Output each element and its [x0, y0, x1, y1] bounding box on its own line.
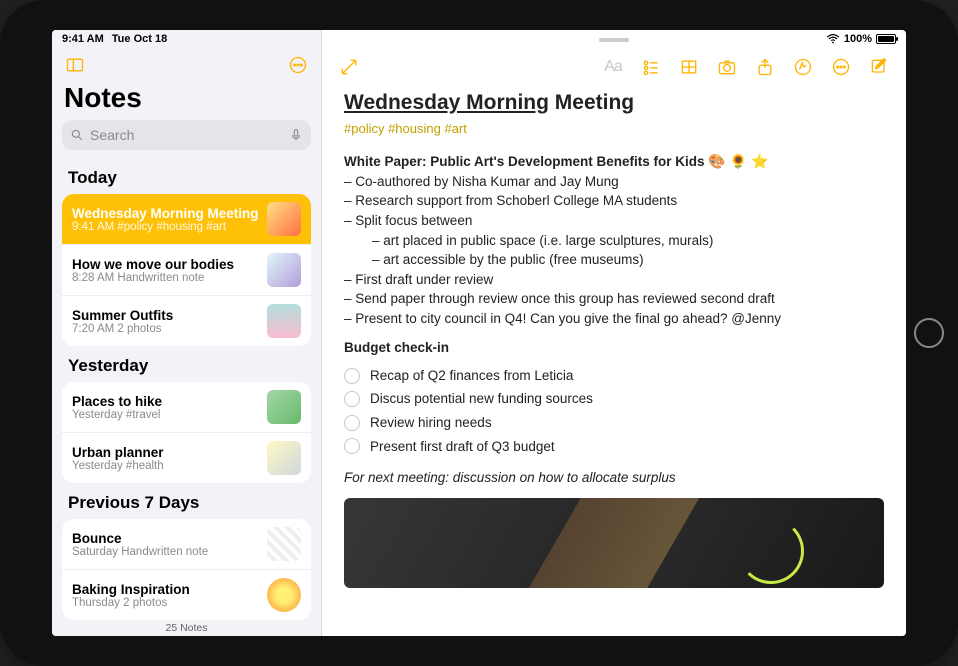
- note-body-line: – First draft under review: [344, 270, 884, 290]
- note-thumbnail: [267, 390, 301, 424]
- checklist-button[interactable]: [636, 54, 666, 80]
- status-bar: 9:41 AM Tue Oct 18 100%: [52, 30, 906, 48]
- note-body-line: – art accessible by the public (free mus…: [344, 250, 884, 270]
- compose-button[interactable]: [864, 54, 894, 80]
- table-button[interactable]: [674, 54, 704, 80]
- note-body-line: – Present to city council in Q4! Can you…: [344, 309, 884, 329]
- note-thumbnail: [267, 202, 301, 236]
- note-list-item[interactable]: Urban planner Yesterday #health: [62, 433, 311, 483]
- note-body-line: – Research support from Schoberl College…: [344, 191, 884, 211]
- note-item-title: Urban planner: [72, 445, 259, 460]
- note-item-title: Summer Outfits: [72, 308, 259, 323]
- section-heading: Budget check-in: [344, 338, 884, 358]
- note-content[interactable]: Wednesday Morning Meeting #policy #housi…: [322, 88, 906, 636]
- note-thumbnail: [267, 578, 301, 612]
- note-item-subtitle: Yesterday #health: [72, 460, 259, 472]
- note-body-line: – Split focus between: [344, 211, 884, 231]
- note-item-title: Bounce: [72, 531, 259, 546]
- note-item-title: Baking Inspiration: [72, 582, 259, 597]
- note-body-line: – Send paper through review once this gr…: [344, 289, 884, 309]
- note-editor: Aa Wednesday Morning Meeting #policy #ho…: [322, 30, 906, 636]
- checklist-label: Recap of Q2 finances from Leticia: [370, 366, 573, 386]
- note-item-subtitle: 9:41 AM #policy #housing #art: [72, 221, 259, 233]
- checkbox-icon[interactable]: [344, 368, 360, 384]
- home-button[interactable]: [914, 318, 944, 348]
- note-title: Wednesday Morning Meeting: [344, 88, 884, 118]
- note-list-item[interactable]: Bounce Saturday Handwritten note: [62, 519, 311, 570]
- note-list-item[interactable]: How we move our bodies 8:28 AM Handwritt…: [62, 245, 311, 296]
- note-item-subtitle: Saturday Handwritten note: [72, 546, 259, 558]
- note-item-title: Wednesday Morning Meeting: [72, 206, 259, 221]
- sidebar-footer: 25 Notes: [52, 622, 321, 634]
- sidebar: Notes Search Today Wednesday Morning Mee…: [52, 30, 322, 636]
- note-list-item[interactable]: Summer Outfits 7:20 AM 2 photos: [62, 296, 311, 346]
- note-thumbnail: [267, 441, 301, 475]
- sidebar-toggle-button[interactable]: [62, 52, 88, 78]
- note-list-item[interactable]: Wednesday Morning Meeting 9:41 AM #polic…: [62, 194, 311, 245]
- battery-percent: 100%: [844, 33, 872, 45]
- checkbox-icon[interactable]: [344, 415, 360, 431]
- note-thumbnail: [267, 304, 301, 338]
- mic-icon[interactable]: [289, 128, 303, 142]
- note-item-subtitle: Thursday 2 photos: [72, 597, 259, 609]
- note-item-title: Places to hike: [72, 394, 259, 409]
- status-time: 9:41 AM: [62, 33, 104, 45]
- note-list-item[interactable]: Places to hike Yesterday #travel: [62, 382, 311, 433]
- checkbox-icon[interactable]: [344, 438, 360, 454]
- note-thumbnail: [267, 253, 301, 287]
- search-placeholder: Search: [90, 127, 134, 143]
- more-button[interactable]: [826, 54, 856, 80]
- more-options-button[interactable]: [285, 52, 311, 78]
- note-list[interactable]: Today Wednesday Morning Meeting 9:41 AM …: [52, 158, 321, 636]
- checklist-label: Discus potential new funding sources: [370, 389, 593, 409]
- section-header: Today: [62, 158, 311, 194]
- checklist-item[interactable]: Recap of Q2 finances from Leticia: [344, 364, 884, 388]
- emoji-group: 🎨 🌻 ⭐: [708, 153, 768, 169]
- note-list-item[interactable]: Baking Inspiration Thursday 2 photos: [62, 570, 311, 620]
- editor-toolbar: Aa: [322, 50, 906, 88]
- checklist-label: Review hiring needs: [370, 413, 492, 433]
- note-item-subtitle: Yesterday #travel: [72, 409, 259, 421]
- checklist-item[interactable]: Review hiring needs: [344, 411, 884, 435]
- section-header: Yesterday: [62, 346, 311, 382]
- checklist-item[interactable]: Discus potential new funding sources: [344, 387, 884, 411]
- note-footer-line: For next meeting: discussion on how to a…: [344, 468, 884, 488]
- share-button[interactable]: [750, 54, 780, 80]
- note-attached-image[interactable]: [344, 498, 884, 588]
- search-input[interactable]: Search: [62, 120, 311, 150]
- note-tags: #policy #housing #art: [344, 120, 884, 139]
- note-item-subtitle: 7:20 AM 2 photos: [72, 323, 259, 335]
- search-icon: [70, 128, 84, 142]
- note-item-title: How we move our bodies: [72, 257, 259, 272]
- battery-icon: [876, 34, 896, 44]
- note-body-line: – art placed in public space (i.e. large…: [344, 231, 884, 251]
- checkbox-icon[interactable]: [344, 391, 360, 407]
- note-thumbnail: [267, 527, 301, 561]
- markup-button[interactable]: [788, 54, 818, 80]
- note-body-line: – Co-authored by Nisha Kumar and Jay Mun…: [344, 172, 884, 192]
- checklist-item[interactable]: Present first draft of Q3 budget: [344, 435, 884, 459]
- note-item-subtitle: 8:28 AM Handwritten note: [72, 272, 259, 284]
- section-header: Previous 7 Days: [62, 483, 311, 519]
- section-heading: White Paper: Public Art's Development Be…: [344, 151, 884, 172]
- text-format-button[interactable]: Aa: [598, 54, 628, 80]
- expand-button[interactable]: [334, 54, 364, 80]
- camera-button[interactable]: [712, 54, 742, 80]
- app-title: Notes: [52, 82, 321, 120]
- wifi-icon: [826, 34, 840, 44]
- status-date: Tue Oct 18: [112, 33, 167, 45]
- checklist-label: Present first draft of Q3 budget: [370, 437, 555, 457]
